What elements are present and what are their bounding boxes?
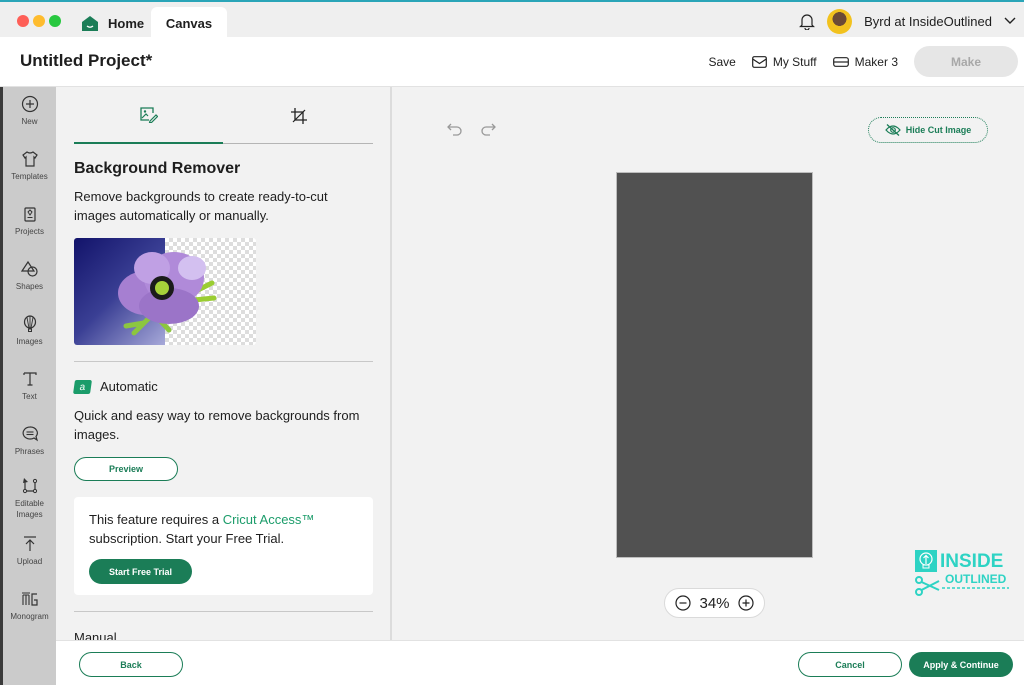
machine-label: Maker 3 bbox=[854, 54, 898, 69]
tab-crop[interactable] bbox=[224, 87, 373, 144]
crop-icon bbox=[290, 107, 307, 124]
project-title[interactable]: Untitled Project* bbox=[20, 51, 152, 71]
sidebar-item-label: Phrases bbox=[14, 447, 45, 456]
sidebar-item-images[interactable]: Images bbox=[3, 315, 56, 347]
machine-icon bbox=[832, 56, 849, 67]
footer-bar: Back Cancel Apply & Continue bbox=[56, 640, 1024, 685]
tab-home-label: Home bbox=[108, 15, 145, 31]
shapes-icon bbox=[20, 260, 38, 277]
save-button[interactable]: Save bbox=[708, 55, 735, 69]
sidebar-item-upload[interactable]: Upload bbox=[3, 535, 56, 567]
bell-icon[interactable] bbox=[799, 13, 816, 30]
hide-cut-image-label: Hide Cut Image bbox=[905, 125, 972, 135]
access-message: This feature requires a Cricut Access™ s… bbox=[89, 510, 359, 548]
sidebar-item-label: Editable Images bbox=[15, 499, 44, 519]
upload-icon bbox=[23, 536, 36, 551]
background-remover-preview-image bbox=[74, 238, 256, 345]
speech-bubble-icon bbox=[22, 426, 38, 442]
project-header: Untitled Project* Save My Stuff Maker 3 … bbox=[0, 37, 1024, 87]
watermark-line2: OUTLINED bbox=[945, 572, 1007, 586]
zoom-control: 34% bbox=[664, 588, 765, 618]
sidebar-item-label: Images bbox=[16, 337, 43, 346]
hide-cut-image-button[interactable]: Hide Cut Image bbox=[868, 117, 988, 143]
inside-outlined-watermark: INSIDE OUTLINED bbox=[915, 550, 1009, 596]
panel-description: Remove backgrounds to create ready-to-cu… bbox=[74, 189, 328, 223]
automatic-description: Quick and easy way to remove backgrounds… bbox=[74, 408, 360, 442]
background-remover-panel: Background Remover Remove backgrounds to… bbox=[56, 87, 392, 640]
tab-home[interactable]: Home bbox=[82, 8, 144, 38]
close-window-button[interactable] bbox=[17, 15, 29, 27]
sidebar-item-label: New bbox=[21, 117, 38, 126]
manual-section-label: Manual bbox=[74, 630, 117, 640]
start-free-trial-button[interactable]: Start Free Trial bbox=[89, 559, 192, 584]
undo-icon[interactable] bbox=[447, 122, 463, 136]
sidebar-item-label: Projects bbox=[15, 227, 44, 236]
eye-slash-icon bbox=[884, 124, 901, 136]
zoom-in-icon[interactable] bbox=[737, 595, 754, 611]
sidebar-item-text[interactable]: Text bbox=[3, 370, 56, 402]
sidebar-item-label: Monogram bbox=[10, 612, 49, 621]
panel-tabs bbox=[74, 87, 373, 144]
cancel-button[interactable]: Cancel bbox=[798, 652, 902, 677]
monogram-icon bbox=[21, 592, 38, 606]
sidebar-item-label: Templates bbox=[11, 172, 48, 181]
plus-circle-icon bbox=[21, 95, 38, 113]
tab-background-remover[interactable] bbox=[74, 87, 223, 144]
access-text-before: This feature requires a bbox=[89, 512, 223, 527]
scissors-icon bbox=[915, 576, 940, 596]
automatic-section-header: a Automatic bbox=[73, 379, 158, 394]
zoom-level: 34% bbox=[699, 594, 730, 612]
sidebar-item-shapes[interactable]: Shapes bbox=[3, 260, 56, 292]
sidebar-item-label: Text bbox=[22, 392, 37, 401]
machine-selector[interactable]: Maker 3 bbox=[832, 54, 898, 69]
sidebar-item-label: Shapes bbox=[15, 282, 44, 291]
sidebar-item-new[interactable]: New bbox=[3, 95, 56, 127]
watermark-line1: INSIDE bbox=[940, 551, 1003, 572]
image-preview-mat bbox=[616, 172, 813, 558]
maximize-window-button[interactable] bbox=[49, 15, 61, 27]
shirt-icon bbox=[21, 151, 38, 167]
sidebar-item-label: Upload bbox=[16, 557, 43, 566]
text-icon bbox=[22, 372, 37, 386]
tab-canvas-label: Canvas bbox=[165, 15, 213, 31]
sidebar-item-monogram[interactable]: Monogram bbox=[3, 590, 56, 622]
my-stuff-label: My Stuff bbox=[772, 54, 817, 69]
zoom-out-icon[interactable] bbox=[675, 595, 692, 611]
window-titlebar: Home Canvas Byrd at InsideOutlined bbox=[0, 0, 1024, 39]
apply-continue-button[interactable]: Apply & Continue bbox=[909, 652, 1013, 677]
user-name[interactable]: Byrd at InsideOutlined bbox=[864, 14, 992, 29]
automatic-label: Automatic bbox=[100, 379, 158, 394]
section-divider bbox=[74, 361, 373, 362]
projects-icon bbox=[23, 207, 36, 222]
tab-canvas[interactable]: Canvas bbox=[151, 7, 227, 39]
make-button[interactable]: Make bbox=[914, 46, 1018, 77]
preview-button[interactable]: Preview bbox=[74, 457, 178, 481]
cricut-access-card: This feature requires a Cricut Access™ s… bbox=[74, 497, 373, 595]
access-text-after: subscription. Start your Free Trial. bbox=[89, 531, 285, 546]
avatar[interactable] bbox=[827, 8, 853, 34]
editable-images-icon bbox=[22, 478, 37, 494]
canvas-area: Hide Cut Image 34% INSIDE OUTLINED bbox=[392, 87, 1024, 640]
cricut-access-link[interactable]: Cricut Access™ bbox=[223, 512, 315, 527]
flower-illustration bbox=[118, 252, 217, 336]
chevron-down-icon[interactable] bbox=[1004, 17, 1016, 25]
automatic-badge-icon: a bbox=[73, 379, 92, 394]
redo-icon[interactable] bbox=[480, 122, 496, 136]
sidebar-item-projects[interactable]: Projects bbox=[3, 205, 56, 237]
sidebar-item-phrases[interactable]: Phrases bbox=[3, 425, 56, 457]
back-button[interactable]: Back bbox=[79, 652, 183, 677]
image-edit-icon bbox=[139, 106, 158, 123]
minimize-window-button[interactable] bbox=[33, 15, 45, 27]
left-sidebar: New Templates Projects Shapes Images Tex… bbox=[0, 87, 56, 685]
inbox-icon bbox=[751, 55, 767, 68]
sidebar-item-editable-images[interactable]: Editable Images bbox=[3, 477, 56, 520]
panel-title: Background Remover bbox=[74, 160, 241, 177]
home-icon bbox=[82, 15, 98, 31]
section-divider bbox=[74, 611, 373, 612]
balloon-icon bbox=[23, 315, 36, 332]
sidebar-item-templates[interactable]: Templates bbox=[3, 150, 56, 182]
my-stuff-button[interactable]: My Stuff bbox=[751, 54, 817, 69]
